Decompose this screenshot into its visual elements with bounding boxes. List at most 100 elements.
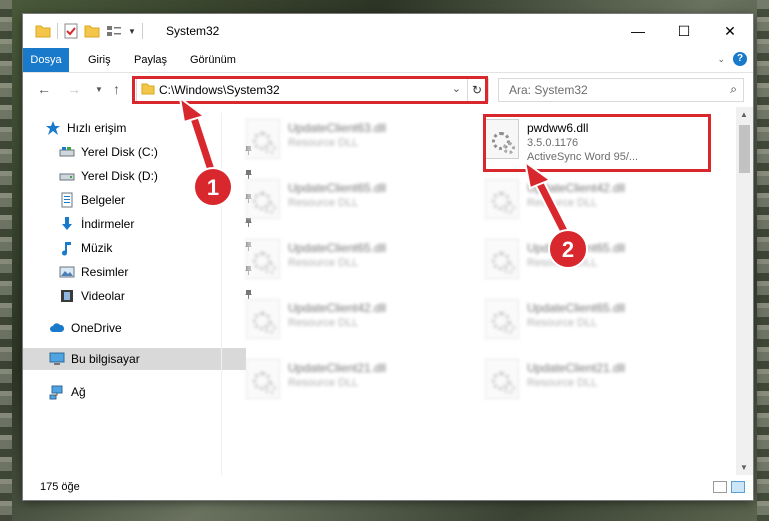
sidebar-item-label: İndirmeler <box>81 217 135 231</box>
background-tree-right <box>757 0 769 521</box>
file-name: UpdateClient63.dll <box>288 121 387 135</box>
window-controls: — ☐ ✕ <box>615 14 753 48</box>
ribbon-tabs: Dosya Giriş Paylaş Görünüm ⌄ ? <box>23 48 753 73</box>
expand-ribbon-icon[interactable]: ⌄ <box>717 54 725 65</box>
toolbar-divider <box>141 23 143 39</box>
file-type: Resource DLL <box>288 137 359 149</box>
file-type: Resource DLL <box>527 197 598 209</box>
videos-icon <box>61 290 73 302</box>
title-bar: ▼ System32 — ☐ ✕ <box>23 14 753 48</box>
search-placeholder: Ara: System32 <box>509 83 588 97</box>
dll-file-icon <box>246 359 280 399</box>
sidebar-item-quick-access[interactable]: Hızlı erişim <box>23 117 242 139</box>
tab-share[interactable]: Paylaş <box>125 48 176 72</box>
background-tree-left <box>0 0 12 521</box>
large-icons-view-icon[interactable] <box>731 481 745 493</box>
file-tile[interactable]: UpdateClient63.dll Resource DLL <box>236 113 466 165</box>
file-tile[interactable]: UpdateClient65.dll Resource DLL <box>475 233 705 285</box>
sidebar-item-this-pc[interactable]: Bu bilgisayar <box>23 348 246 370</box>
address-highlight-box <box>132 76 488 104</box>
file-type: Resource DLL <box>527 317 598 329</box>
back-arrow-icon[interactable]: ← <box>37 81 51 97</box>
scroll-up-icon[interactable]: ▲ <box>740 110 748 119</box>
sidebar-item-label: Resimler <box>81 265 129 279</box>
file-tile[interactable]: UpdateClient42.dll Resource DLL <box>236 293 466 345</box>
search-input[interactable]: Ara: System32 ⌕ <box>498 78 744 102</box>
sidebar-item-label: Müzik <box>81 241 113 255</box>
file-name: UpdateClient65.dll <box>527 301 626 315</box>
file-highlight-box <box>483 114 711 172</box>
view-toggle <box>713 481 745 493</box>
dll-file-icon <box>246 119 280 159</box>
sidebar-item-label: Belgeler <box>81 193 126 207</box>
file-name: UpdateClient21.dll <box>288 361 387 375</box>
details-view-icon[interactable] <box>713 481 727 493</box>
minimize-button[interactable]: — <box>615 14 661 48</box>
dll-file-icon <box>485 299 519 339</box>
view-options-icon[interactable] <box>106 24 122 38</box>
pictures-icon <box>59 266 75 278</box>
sidebar-item-label: Ağ <box>71 385 86 399</box>
dll-file-icon <box>485 179 519 219</box>
tab-home[interactable]: Giriş <box>79 48 120 72</box>
dll-file-icon <box>485 359 519 399</box>
file-type: Resource DLL <box>288 197 359 209</box>
maximize-button[interactable]: ☐ <box>661 14 707 48</box>
toolbar-divider <box>57 23 58 39</box>
tab-view[interactable]: Görünüm <box>181 48 245 72</box>
computer-icon <box>49 352 65 365</box>
sidebar-item-network[interactable]: Ağ <box>23 381 246 403</box>
vertical-scrollbar[interactable]: ▲ ▼ <box>736 107 753 475</box>
scrollbar-thumb[interactable] <box>739 125 750 173</box>
file-name: UpdateClient42.dll <box>527 181 626 195</box>
status-bar: 175 öğe <box>23 476 753 500</box>
cloud-icon <box>50 323 65 332</box>
sidebar-item-label: Yerel Disk (D:) <box>81 169 158 183</box>
quick-access-toolbar: ▼ <box>35 23 143 39</box>
music-icon <box>62 242 71 256</box>
drive-icon <box>59 173 75 181</box>
dll-file-icon <box>246 179 280 219</box>
ribbon-right-controls: ⌄ ? <box>717 52 747 66</box>
sidebar-item-label: Hızlı erişim <box>67 121 127 135</box>
download-icon <box>62 217 72 230</box>
chevron-down-icon[interactable]: ▼ <box>128 27 136 36</box>
forward-arrow-icon[interactable]: → <box>67 81 81 97</box>
search-icon[interactable]: ⌕ <box>730 82 737 97</box>
sidebar-item-label: Bu bilgisayar <box>71 352 140 366</box>
documents-icon <box>61 192 73 208</box>
sidebar-item-onedrive[interactable]: OneDrive <box>23 317 246 339</box>
callout-2: 2 <box>548 229 588 269</box>
dll-file-icon <box>485 239 519 279</box>
drive-icon <box>59 147 75 157</box>
file-tile[interactable]: UpdateClient65.dll Resource DLL <box>475 293 705 345</box>
folder-icon[interactable] <box>35 24 51 38</box>
close-button[interactable]: ✕ <box>707 14 753 48</box>
window-title: System32 <box>166 24 220 38</box>
file-name: UpdateClient65.dll <box>288 241 387 255</box>
file-name: UpdateClient21.dll <box>527 361 626 375</box>
file-name: UpdateClient42.dll <box>288 301 387 315</box>
file-tile[interactable]: UpdateClient65.dll Resource DLL <box>236 173 466 225</box>
dll-file-icon <box>246 239 280 279</box>
file-type: Resource DLL <box>288 377 359 389</box>
help-icon[interactable]: ? <box>733 52 747 66</box>
sidebar-item-label: Yerel Disk (C:) <box>81 145 158 159</box>
network-icon <box>49 385 63 400</box>
sidebar-item-label: OneDrive <box>71 321 122 335</box>
file-tile[interactable]: UpdateClient21.dll Resource DLL <box>475 353 705 405</box>
recent-locations-chevron-icon[interactable]: ▼ <box>95 85 103 94</box>
star-icon <box>46 121 60 135</box>
file-type: Resource DLL <box>527 377 598 389</box>
tab-file[interactable]: Dosya <box>23 48 69 72</box>
properties-icon[interactable] <box>64 23 78 39</box>
new-folder-icon[interactable] <box>84 24 100 38</box>
file-tile[interactable]: UpdateClient65.dll Resource DLL <box>236 233 466 285</box>
sidebar-item-label: Videolar <box>81 289 125 303</box>
file-name: UpdateClient65.dll <box>288 181 387 195</box>
file-tile[interactable]: UpdateClient21.dll Resource DLL <box>236 353 466 405</box>
up-arrow-icon[interactable]: ↑ <box>113 81 120 97</box>
file-tile[interactable]: UpdateClient42.dll Resource DLL <box>475 173 705 225</box>
callout-1: 1 <box>193 167 233 207</box>
scroll-down-icon[interactable]: ▼ <box>740 463 748 472</box>
